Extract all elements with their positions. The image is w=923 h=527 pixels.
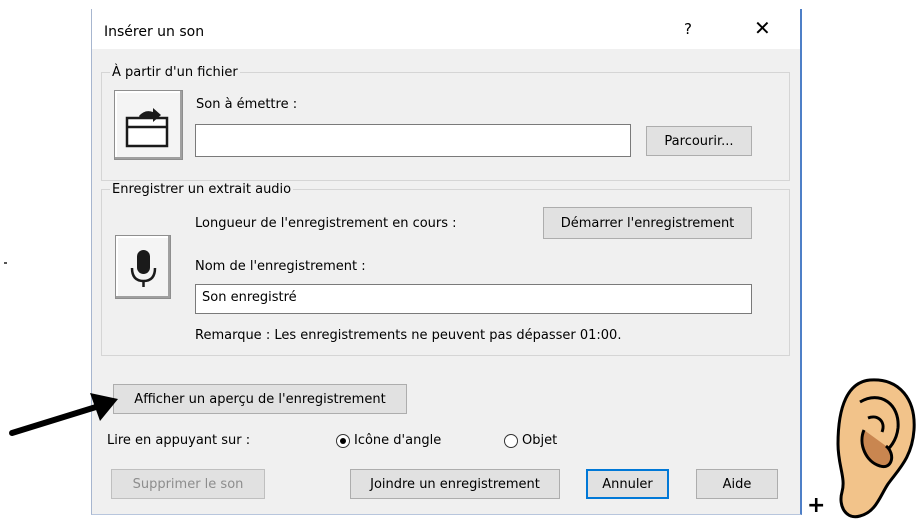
file-group: À partir d'un fichier bbox=[101, 65, 790, 181]
recording-note: Remarque : Les enregistrements ne peuven… bbox=[195, 328, 622, 343]
record-group-legend: Enregistrer un extrait audio bbox=[112, 182, 292, 197]
object-radio[interactable] bbox=[504, 434, 518, 448]
sound-file-input[interactable] bbox=[195, 124, 631, 157]
recording-length-label: Longueur de l'enregistrement en cours : bbox=[195, 216, 457, 231]
radio-selected-dot bbox=[340, 438, 346, 444]
insert-sound-dialog: Insérer un son ? ✕ À partir d'un fichier… bbox=[91, 9, 802, 515]
folder-open-icon bbox=[125, 108, 169, 148]
cancel-button[interactable]: Annuler bbox=[586, 469, 669, 499]
open-file-button[interactable] bbox=[114, 90, 183, 160]
pointer-arrow-icon bbox=[9, 393, 118, 436]
recording-name-input[interactable]: Son enregistré bbox=[195, 284, 752, 314]
record-button[interactable] bbox=[115, 235, 171, 299]
close-button[interactable]: ✕ bbox=[754, 18, 771, 38]
edge-mark bbox=[4, 262, 7, 264]
recording-name-label: Nom de l'enregistrement : bbox=[195, 259, 366, 274]
start-recording-button[interactable]: Démarrer l'enregistrement bbox=[543, 207, 752, 239]
help-title-button[interactable]: ? bbox=[684, 20, 692, 38]
browse-button[interactable]: Parcourir... bbox=[646, 126, 752, 156]
delete-sound-button[interactable]: Supprimer le son bbox=[111, 469, 265, 499]
microphone-icon bbox=[130, 250, 157, 287]
corner-icon-radio[interactable] bbox=[336, 434, 350, 448]
attach-recording-button[interactable]: Joindre un enregistrement bbox=[350, 469, 560, 499]
plus-sign: + bbox=[807, 493, 826, 518]
ear-icon bbox=[836, 378, 916, 519]
object-option-label[interactable]: Objet bbox=[522, 433, 557, 448]
preview-recording-button[interactable]: Afficher un aperçu de l'enregistrement bbox=[113, 384, 407, 414]
dialog-title: Insérer un son bbox=[104, 24, 205, 40]
corner-icon-option-label[interactable]: Icône d'angle bbox=[354, 433, 441, 448]
file-group-legend: À partir d'un fichier bbox=[112, 65, 238, 80]
help-button[interactable]: Aide bbox=[696, 469, 778, 499]
title-bar: Insérer un son ? ✕ bbox=[92, 9, 800, 49]
sound-to-play-label: Son à émettre : bbox=[196, 97, 298, 112]
